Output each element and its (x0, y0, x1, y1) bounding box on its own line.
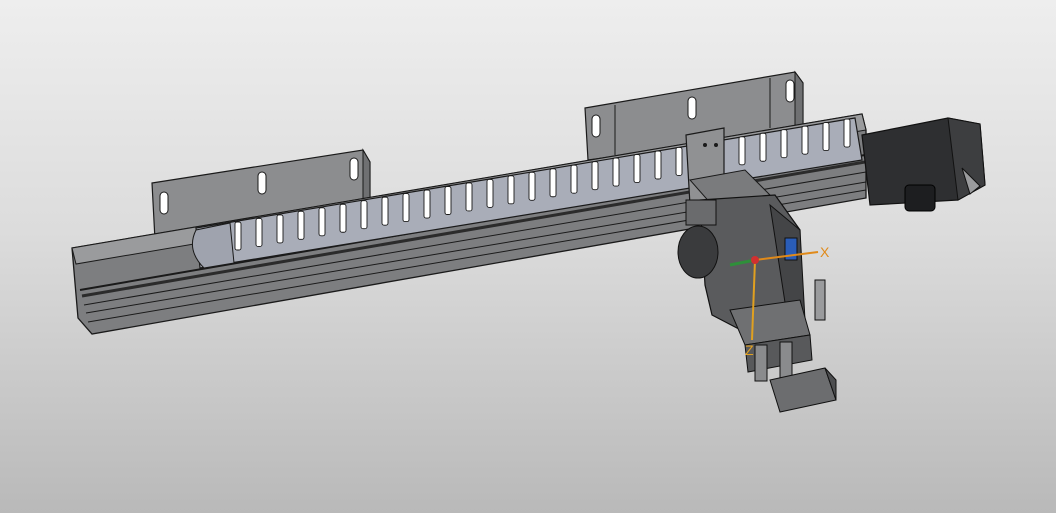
chain-link (570, 164, 578, 194)
cad-model-scene[interactable]: X Z (0, 0, 1056, 513)
chain-link (633, 154, 641, 184)
chain-link (423, 189, 431, 219)
chain-link (339, 203, 347, 233)
z-axis-assembly[interactable] (677, 194, 837, 413)
chain-link (738, 136, 746, 166)
chain-link (402, 193, 410, 223)
chain-link (675, 146, 683, 176)
chain-link (528, 171, 536, 201)
drive-motor[interactable] (861, 117, 986, 212)
chain-link (255, 217, 263, 247)
chain-link (234, 221, 242, 251)
chain-link (843, 118, 851, 148)
chain-link (654, 150, 662, 180)
chain-link (297, 210, 305, 240)
chain-link (801, 125, 809, 155)
chain-link (465, 182, 473, 212)
chain-link (591, 161, 599, 191)
chain-link (444, 186, 452, 215)
chain-link (822, 122, 830, 152)
triad-origin (751, 256, 759, 264)
chain-link (486, 178, 494, 208)
chain-link (276, 214, 284, 244)
chain-link (318, 207, 326, 237)
chain-link (360, 200, 368, 230)
chain-link (612, 157, 620, 187)
chain-link (549, 168, 557, 198)
chain-link (759, 132, 767, 162)
triad-z-label: Z (745, 342, 754, 358)
chain-link (381, 196, 389, 226)
triad-x-label: X (820, 244, 830, 260)
cad-viewport[interactable]: X Z (0, 0, 1056, 513)
chain-link (780, 129, 788, 159)
chain-link (507, 175, 515, 205)
